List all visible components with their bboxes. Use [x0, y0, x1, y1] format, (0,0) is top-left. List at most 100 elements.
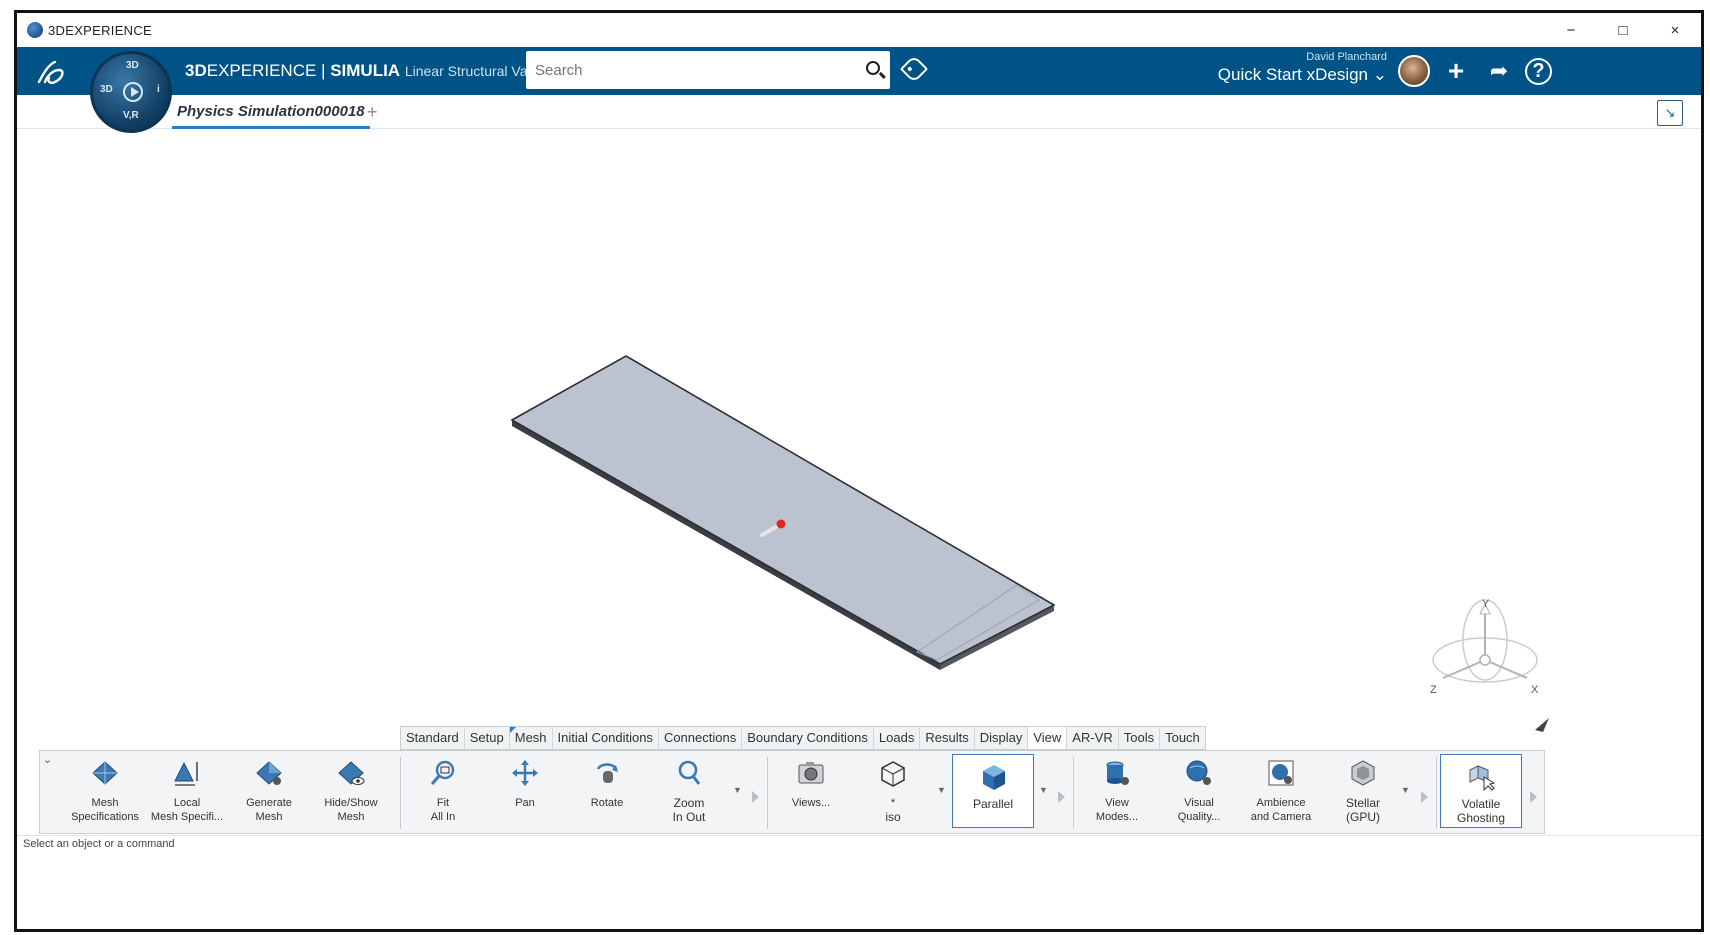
tab-physics-simulation[interactable]: Physics Simulation000018 [172, 95, 370, 129]
rotate-button[interactable]: Rotate [566, 751, 648, 835]
toolbar-separator [1436, 757, 1437, 829]
local-mesh-specifications-button[interactable]: Local Mesh Specifi... [146, 751, 228, 835]
tab-setup[interactable]: Setup [465, 727, 510, 749]
search-icon[interactable] [866, 61, 880, 75]
tab-standard[interactable]: Standard [401, 727, 465, 749]
robot-pointer-icon[interactable] [776, 519, 786, 529]
minimize-button[interactable]: − [1545, 13, 1597, 47]
search-box[interactable] [526, 51, 890, 89]
tab-loads[interactable]: Loads [874, 727, 921, 749]
hide-show-mesh-label: Hide/Show Mesh [324, 797, 378, 823]
stellar-dropdown-icon[interactable]: ▼ [1401, 785, 1410, 795]
tab-tools[interactable]: Tools [1119, 727, 1161, 749]
tab-mesh[interactable]: Mesh [509, 727, 553, 749]
tab-ar-vr[interactable]: AR-VR [1067, 727, 1119, 749]
triad-z-label: Z [1430, 684, 1437, 696]
action-bar-tabs: Standard Setup Mesh Initial Conditions C… [400, 726, 1206, 750]
zoom-dropdown-icon[interactable]: ▼ [733, 785, 742, 795]
more-commands-icon[interactable] [1058, 791, 1065, 803]
views-button[interactable]: Views... [770, 751, 852, 835]
pan-icon [511, 759, 539, 787]
mesh-specifications-icon [91, 759, 119, 787]
pan-button[interactable]: Pan [484, 751, 566, 835]
tab-display[interactable]: Display [975, 727, 1029, 749]
iso-label: * iso [885, 797, 901, 824]
iso-cube-icon [879, 759, 907, 787]
app-globe-icon [27, 22, 43, 38]
compass-top-quadrant[interactable]: 3D [126, 60, 139, 71]
views-label: Views... [791, 797, 831, 809]
toolbar-separator [400, 757, 401, 829]
stellar-gpu-button[interactable]: Stellar (GPU) [1322, 751, 1404, 835]
tab-boundary-conditions[interactable]: Boundary Conditions [742, 727, 874, 749]
action-bar-collapse-icon[interactable]: ⌄ [43, 753, 52, 766]
search-input[interactable] [526, 51, 846, 89]
3d-viewport[interactable]: Y X Z [17, 130, 1701, 818]
more-commands-icon[interactable] [1530, 791, 1537, 803]
compass-widget[interactable]: 3D 3D i V,R [90, 51, 172, 133]
ambience-camera-button[interactable]: Ambience and Camera [1240, 751, 1322, 835]
parallel-button[interactable]: Parallel [952, 754, 1034, 828]
ds-logo-icon[interactable] [33, 56, 73, 95]
help-icon[interactable]: ? [1525, 58, 1552, 85]
brand-experience: EXPERIENCE [206, 61, 317, 80]
triad-y-label: Y [1482, 598, 1490, 610]
play-icon[interactable] [123, 82, 143, 102]
user-block[interactable]: David Planchard Quick Start xDesign ⌄ [1207, 51, 1387, 85]
local-mesh-label: Local Mesh Specifi... [150, 797, 224, 823]
compass-bottom-quadrant[interactable]: V,R [123, 110, 139, 121]
chevron-down-icon: ⌄ [1372, 65, 1387, 84]
tab-view[interactable]: View [1028, 727, 1068, 749]
volatile-ghosting-icon [1468, 763, 1496, 791]
viewport-canvas: Y X Z [510, 355, 1549, 732]
ambience-camera-icon [1267, 759, 1295, 787]
tag-icon[interactable] [899, 54, 929, 84]
toolbar-separator [1073, 757, 1074, 829]
collapse-icon[interactable]: ↘ [1657, 100, 1683, 126]
plate-top-face[interactable] [510, 355, 1056, 665]
share-icon[interactable]: ➦ [1483, 55, 1515, 87]
compass-left-quadrant[interactable]: 3D [100, 84, 113, 95]
brand-simulia: SIMULIA [330, 61, 401, 80]
tab-initial-conditions[interactable]: Initial Conditions [553, 727, 659, 749]
zoom-in-out-button[interactable]: Zoom In Out [648, 751, 730, 835]
rotate-icon [593, 759, 621, 787]
hide-show-mesh-button[interactable]: Hide/Show Mesh [310, 751, 392, 835]
fit-all-in-button[interactable]: Fit All In [402, 751, 484, 835]
tab-connections[interactable]: Connections [659, 727, 743, 749]
collab-space-selector[interactable]: Quick Start xDesign ⌄ [1207, 65, 1387, 85]
more-commands-icon[interactable] [1421, 791, 1428, 803]
window-controls: − □ × [1545, 13, 1701, 47]
tab-results[interactable]: Results [920, 727, 975, 749]
compass-right-quadrant[interactable]: i [157, 84, 160, 95]
volatile-ghosting-button[interactable]: Volatile Ghosting [1440, 754, 1522, 828]
triad-x-label: X [1531, 684, 1539, 696]
ds-logo-svg [37, 60, 64, 84]
visual-quality-button[interactable]: Visual Quality... [1158, 751, 1240, 835]
view-modes-icon [1103, 759, 1131, 787]
cursor-arrow-icon [1535, 718, 1549, 732]
toolbar-separator [767, 757, 768, 829]
pan-label: Pan [515, 797, 535, 809]
avatar[interactable] [1398, 55, 1430, 87]
generate-mesh-label: Generate Mesh [246, 797, 292, 823]
os-window-title: 3DEXPERIENCE [48, 22, 153, 38]
mesh-specifications-button[interactable]: Mesh Specifications [64, 751, 146, 835]
orientation-triad[interactable] [1432, 599, 1538, 683]
app-brand[interactable]: 3DEXPERIENCE | SIMULIA Linear Structural… [185, 61, 539, 81]
iso-dropdown-icon[interactable]: ▼ [937, 785, 946, 795]
more-commands-icon[interactable] [752, 791, 759, 803]
iso-view-button[interactable]: * iso [852, 751, 934, 835]
add-tab-button[interactable]: + [367, 95, 378, 129]
stellar-icon [1349, 759, 1377, 787]
brand-separator: | [316, 61, 331, 80]
view-modes-button[interactable]: View Modes... [1076, 751, 1158, 835]
visual-quality-label: Visual Quality... [1177, 797, 1221, 823]
add-icon[interactable]: + [1440, 55, 1472, 87]
mesh-specifications-label: Mesh Specifications [71, 797, 139, 823]
generate-mesh-button[interactable]: Generate Mesh [228, 751, 310, 835]
tab-touch[interactable]: Touch [1160, 727, 1205, 749]
maximize-button[interactable]: □ [1597, 13, 1649, 47]
parallel-dropdown-icon[interactable]: ▼ [1039, 785, 1048, 795]
close-button[interactable]: × [1649, 13, 1701, 47]
